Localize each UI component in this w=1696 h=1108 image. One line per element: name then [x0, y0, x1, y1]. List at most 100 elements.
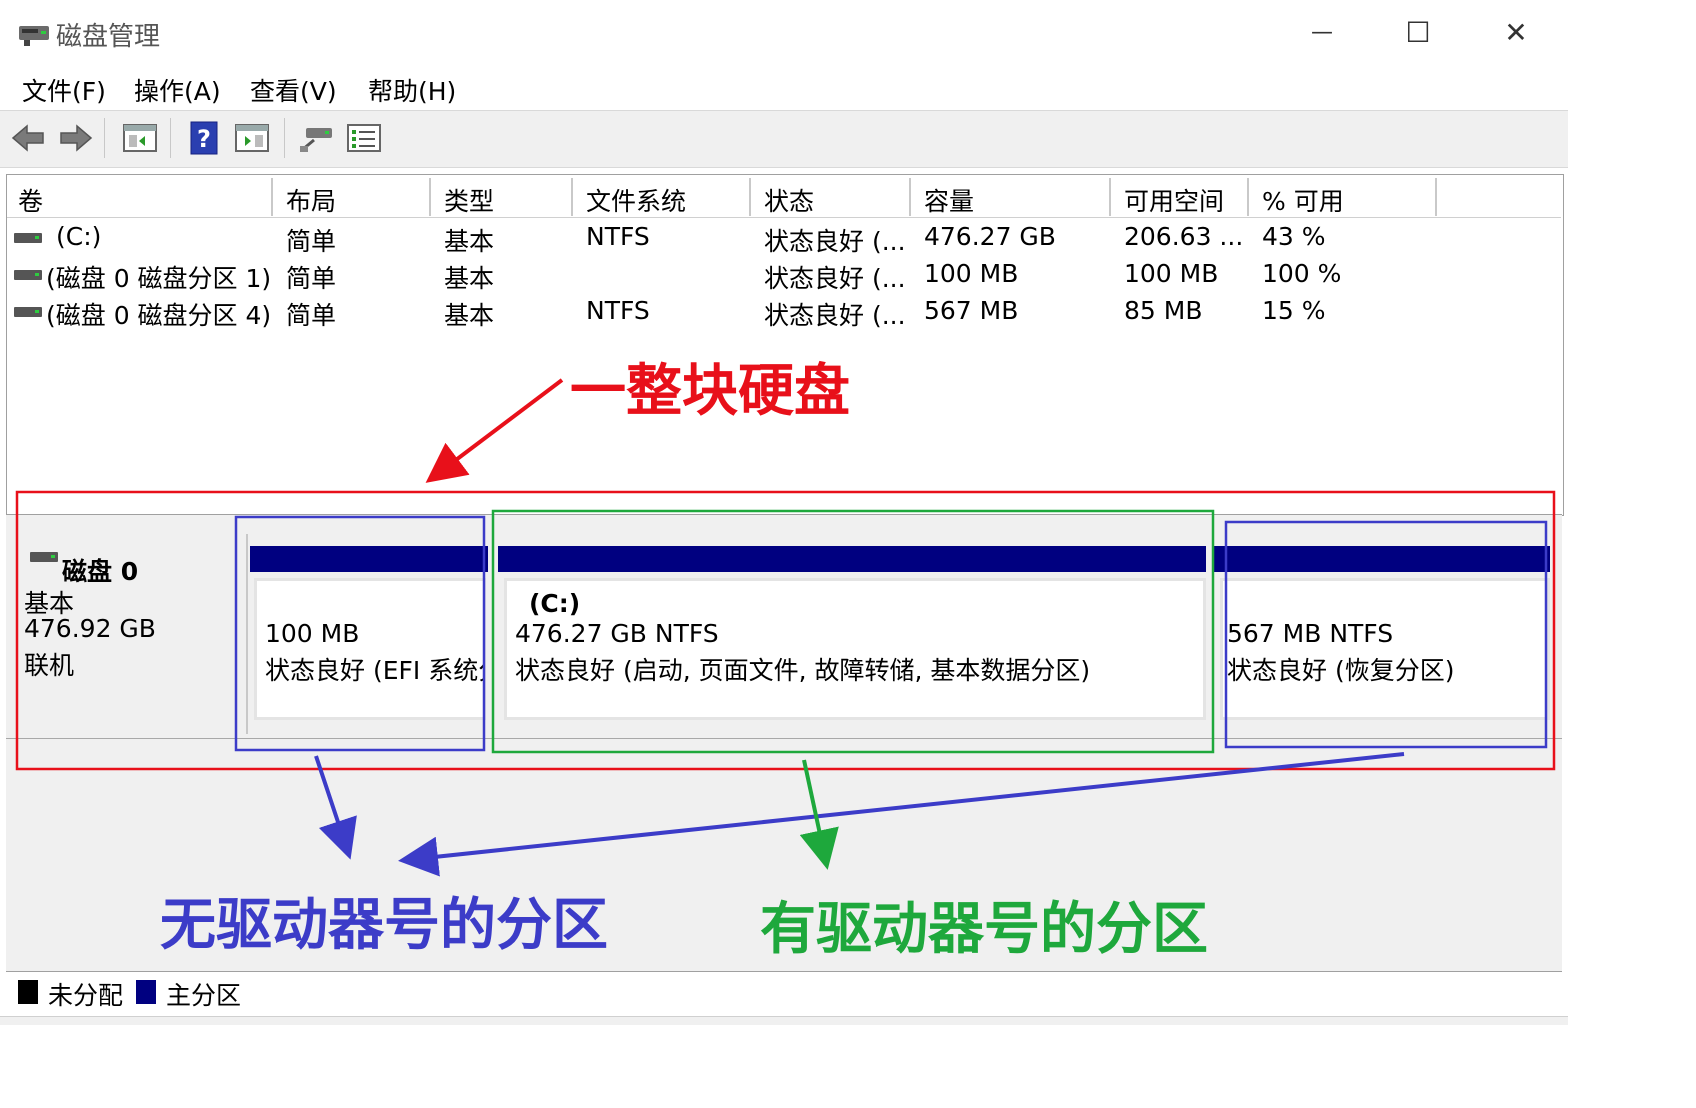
action-pane-button[interactable] [234, 120, 270, 156]
minimize-button[interactable]: — [1292, 10, 1352, 54]
partition-title: (C:) [529, 589, 581, 618]
column-divider[interactable] [909, 178, 911, 216]
volume-capacity: 567 MB [924, 296, 1019, 325]
volume-icon [14, 270, 42, 280]
partition-status: 状态良好 (恢复分区) [1227, 656, 1455, 685]
column-divider[interactable] [571, 178, 573, 216]
minimize-icon: — [1311, 19, 1333, 45]
menu-help[interactable]: 帮助(H) [368, 72, 456, 108]
disk-management-app-icon [19, 26, 49, 46]
column-divider[interactable] [271, 178, 273, 216]
volume-percent-free: 15 % [1262, 296, 1326, 325]
menu-file[interactable]: 文件(F) [22, 72, 106, 108]
back-button[interactable] [10, 120, 46, 156]
connect-drive-button[interactable] [298, 120, 334, 156]
menu-action[interactable]: 操作(A) [134, 72, 221, 108]
volume-type: 基本 [444, 227, 495, 256]
volume-percent-free: 100 % [1262, 259, 1342, 288]
disk-row-separator [6, 738, 1562, 739]
volume-percent-free: 43 % [1262, 222, 1326, 251]
column-header-layout[interactable]: 布局 [286, 182, 336, 218]
partition-status: 状态良好 (启动, 页面文件, 故障转储, 基本数据分区) [515, 656, 1091, 685]
column-divider[interactable] [749, 178, 751, 216]
volume-type: 基本 [444, 264, 495, 293]
column-divider[interactable] [1247, 178, 1249, 216]
partition-size: 476.27 GB NTFS [515, 619, 719, 648]
column-divider[interactable] [429, 178, 431, 216]
column-header-percent-free[interactable]: % 可用 [1262, 182, 1344, 218]
volume-layout: 简单 [286, 301, 337, 330]
column-header-filesystem[interactable]: 文件系统 [586, 182, 686, 218]
column-header-type[interactable]: 类型 [444, 182, 494, 218]
toolbar-separator [284, 118, 285, 158]
properties-button[interactable] [346, 120, 382, 156]
toolbar-separator [104, 118, 105, 158]
maximize-icon: ☐ [1405, 15, 1431, 49]
annotation-whole-disk: 一整块硬盘 [570, 359, 850, 424]
action-pane-icon [235, 124, 269, 152]
menu-bar [0, 64, 1568, 110]
primary-partition-bar [250, 546, 488, 572]
back-icon [11, 124, 44, 152]
console-tree-button[interactable] [122, 120, 158, 156]
column-header-status[interactable]: 状态 [764, 182, 814, 218]
volume-filesystem: NTFS [586, 222, 650, 251]
maximize-button[interactable]: ☐ [1388, 10, 1448, 54]
primary-partition-bar [498, 546, 1206, 572]
forward-icon [60, 124, 93, 152]
disk-state: 联机 [24, 651, 75, 680]
volume-layout: 简单 [286, 264, 337, 293]
disk-size: 476.92 GB [24, 614, 156, 643]
volume-name: (磁盘 0 磁盘分区 1) [46, 264, 272, 293]
column-header-free-space[interactable]: 可用空间 [1124, 182, 1224, 218]
toolbar-separator [170, 118, 171, 158]
forward-button[interactable] [58, 120, 94, 156]
volume-icon [14, 233, 42, 243]
disk-icon [30, 552, 58, 562]
annotation-no-drive-letter: 无驱动器号的分区 [160, 893, 608, 958]
volume-status: 状态良好 (... [764, 301, 906, 330]
partition-size: 567 MB NTFS [1227, 619, 1394, 648]
console-tree-icon [123, 124, 157, 152]
volume-status: 状态良好 (... [764, 227, 906, 256]
volume-free-space: 85 MB [1124, 296, 1203, 325]
help-button[interactable]: ? [186, 120, 222, 156]
legend-label-primary: 主分区 [166, 981, 242, 1010]
volume-layout: 简单 [286, 227, 337, 256]
column-divider[interactable] [1435, 178, 1437, 216]
disk-name: 磁盘 0 [62, 557, 139, 586]
volume-status: 状态良好 (... [764, 264, 906, 293]
column-divider[interactable] [1109, 178, 1111, 216]
close-button[interactable]: ✕ [1486, 10, 1546, 54]
primary-partition-bar [1214, 546, 1550, 572]
volume-icon [14, 307, 42, 317]
help-icon: ? [190, 121, 218, 155]
volume-type: 基本 [444, 301, 495, 330]
connect-drive-icon [300, 128, 332, 152]
svg-text:?: ? [197, 125, 211, 153]
disk-divider [246, 534, 248, 734]
volume-free-space: 100 MB [1124, 259, 1219, 288]
volume-capacity: 100 MB [924, 259, 1019, 288]
close-icon: ✕ [1504, 15, 1528, 49]
volume-name: (C:) [56, 222, 102, 251]
window-title: 磁盘管理 [56, 22, 161, 52]
partition-size: 100 MB [265, 619, 360, 648]
menu-view[interactable]: 查看(V) [250, 72, 337, 108]
legend-label-unallocated: 未分配 [48, 981, 124, 1010]
properties-icon [347, 124, 381, 152]
partition-recovery[interactable]: 567 MB NTFS 状态良好 (恢复分区) [1220, 578, 1550, 720]
partition-c-drive[interactable]: (C:) 476.27 GB NTFS 状态良好 (启动, 页面文件, 故障转储… [504, 578, 1206, 720]
status-bar [0, 1016, 1568, 1025]
partition-status: 状态良好 (EFI 系统分 [265, 656, 486, 685]
volume-capacity: 476.27 GB [924, 222, 1056, 251]
annotation-with-drive-letter: 有驱动器号的分区 [760, 897, 1208, 962]
legend-swatch-unallocated [18, 980, 38, 1004]
partition-efi[interactable]: 100 MB 状态良好 (EFI 系统分 [254, 578, 486, 720]
volume-filesystem: NTFS [586, 296, 650, 325]
volume-name: (磁盘 0 磁盘分区 4) [46, 301, 272, 330]
column-header-capacity[interactable]: 容量 [924, 182, 974, 218]
volume-free-space: 206.63 ... [1124, 222, 1244, 251]
legend-swatch-primary [136, 980, 156, 1004]
column-header-volume[interactable]: 卷 [18, 182, 43, 218]
